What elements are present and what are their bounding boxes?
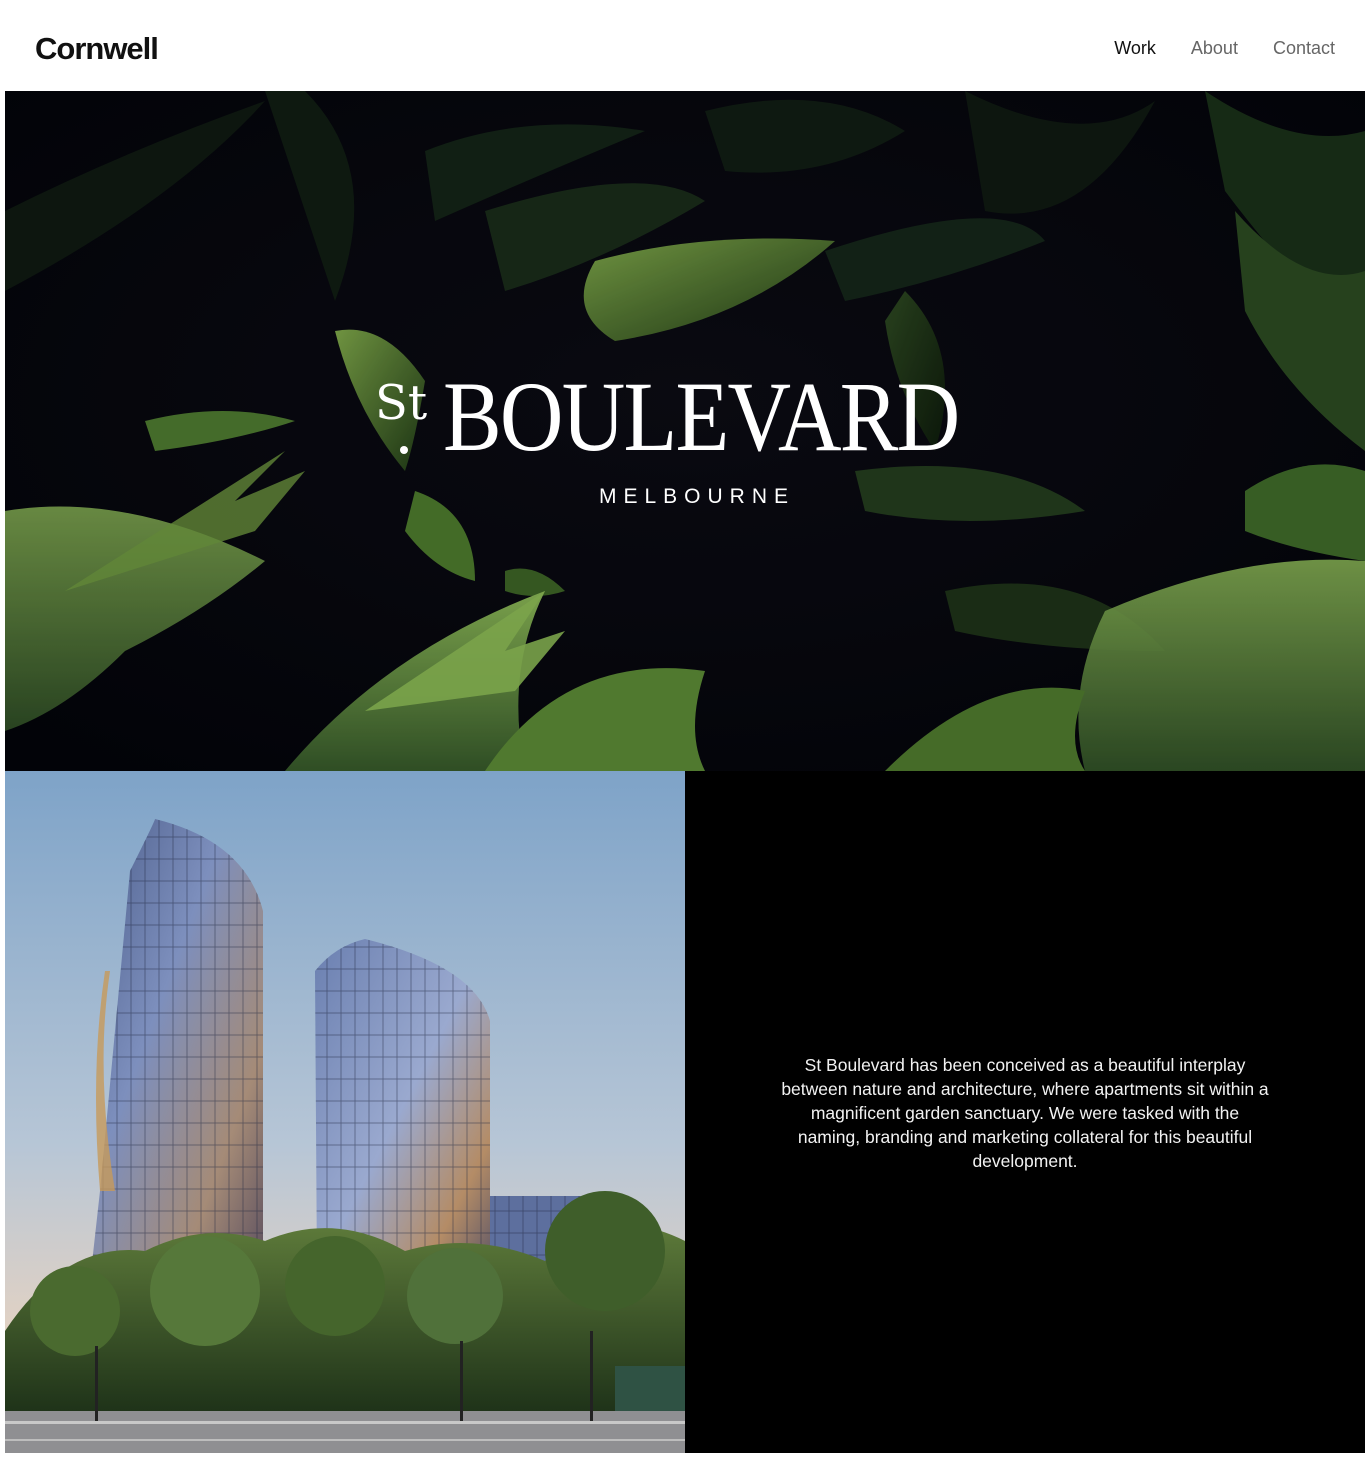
brand-name: BOULEVARD (443, 361, 960, 472)
site-header: Cornwell Work About Contact (5, 3, 1365, 91)
project-description-panel: St Boulevard has been conceived as a bea… (685, 771, 1365, 1453)
brand-prefix: St (375, 375, 428, 431)
nav-link-contact[interactable]: Contact (1273, 38, 1335, 59)
brand-city: MELBOURNE (599, 485, 796, 508)
site-logo[interactable]: Cornwell (35, 31, 159, 67)
nav-link-work[interactable]: Work (1114, 38, 1156, 59)
nav-link-about[interactable]: About (1191, 38, 1238, 59)
main-nav: Work About Contact (1114, 38, 1335, 59)
page-frame: Cornwell Work About Contact St BOULEVARD… (5, 3, 1365, 1453)
st-boulevard-logo: St BOULEVARD MELBOURNE (5, 91, 1365, 771)
building-render-image (5, 771, 685, 1453)
hero-banner: St BOULEVARD MELBOURNE (5, 91, 1365, 771)
brand-dot-ornament (400, 446, 408, 454)
project-section: St Boulevard has been conceived as a bea… (5, 771, 1365, 1453)
project-description: St Boulevard has been conceived as a bea… (781, 1055, 1269, 1171)
